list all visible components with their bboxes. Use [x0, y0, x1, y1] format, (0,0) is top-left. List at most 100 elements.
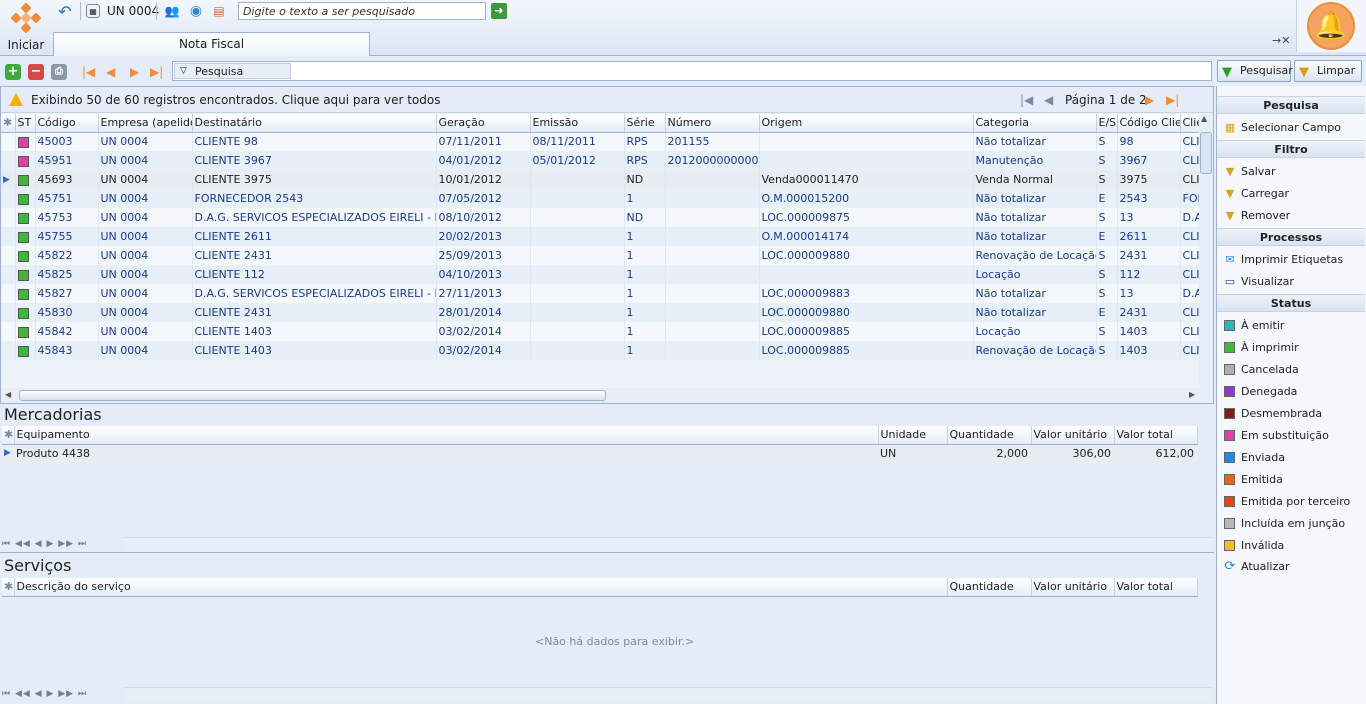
table-row[interactable]: 45827 UN 0004 D.A.G. SERVICOS ESPECIALIZAD… [1, 284, 1200, 303]
table-row[interactable]: 45951 UN 0004 CLIENTE 3967 04/01/2012 05/01/… [1, 151, 1200, 170]
filter-bar[interactable]: Pesquisa [172, 61, 1212, 81]
window-icon[interactable]: ▤ [210, 2, 228, 20]
status-filter-item[interactable]: À emitir [1221, 317, 1284, 335]
column-header[interactable]: Categoria [973, 114, 1097, 133]
cell-codigo: 45827 [35, 284, 99, 303]
column-header[interactable]: Número [665, 114, 760, 133]
column-header[interactable]: Código Clien [1117, 114, 1181, 133]
pager-prev-icon[interactable]: ◀ [1044, 93, 1053, 107]
status-filter-item[interactable]: Emitida [1221, 471, 1283, 489]
servicos-nav[interactable]: ⏮ ◀◀ ◀ ▶ ▶▶ ⏭ [2, 689, 87, 699]
column-chooser-icon[interactable]: ✱ [1, 114, 16, 133]
save-filter-button[interactable]: ▼ Salvar [1221, 163, 1276, 181]
cell-geracao: 20/02/2013 [436, 227, 531, 246]
filter-chip-pesquisa[interactable]: Pesquisa [174, 63, 291, 79]
column-header[interactable]: Unidade [878, 426, 948, 445]
table-row[interactable]: 45843 UN 0004 CLIENTE 1403 03/02/2014 1 LOC.0… [1, 341, 1200, 360]
go-arrow-icon[interactable]: ➜ [491, 3, 507, 19]
view-button[interactable]: ▭ Visualizar [1221, 273, 1294, 291]
column-header[interactable]: Geração [436, 114, 531, 133]
table-row[interactable]: 45842 UN 0004 CLIENTE 1403 03/02/2014 1 LOC.0… [1, 322, 1200, 341]
column-chooser-icon[interactable]: ✱ [2, 578, 15, 597]
remove-filter-button[interactable]: ▼ Remover [1221, 207, 1290, 225]
add-icon[interactable]: + [5, 64, 21, 80]
table-row[interactable]: 45003 UN 0004 CLIENTE 98 07/11/2011 08/11/20… [1, 132, 1200, 151]
status-filter-item[interactable]: Emitida por terceiro [1221, 493, 1350, 511]
pager-first-icon[interactable]: |◀ [1020, 93, 1033, 107]
first-record-icon[interactable]: |◀ [82, 65, 95, 79]
status-filter-item[interactable]: Cancelada [1221, 361, 1299, 379]
unit-label[interactable]: UN 0004 [107, 4, 159, 18]
column-header[interactable]: Valor total [1114, 578, 1198, 597]
select-field-button[interactable]: ▦ Selecionar Campo [1221, 119, 1341, 137]
column-header[interactable]: Origem [759, 114, 974, 133]
clear-button[interactable]: ▼ Limpar [1294, 60, 1362, 82]
column-header[interactable]: ST [15, 114, 36, 133]
bell-icon[interactable]: 🔔 [1307, 2, 1355, 50]
tab-nota-fiscal[interactable]: Nota Fiscal [53, 32, 370, 56]
pager-next-icon[interactable]: ▶ [1145, 93, 1154, 107]
table-row[interactable]: 45822 UN 0004 CLIENTE 2431 25/09/2013 1 LOC.0… [1, 246, 1200, 265]
mercadorias-hscroll[interactable] [124, 537, 1212, 551]
print-icon[interactable]: ⎙ [51, 64, 67, 80]
row-indicator [1, 341, 16, 360]
undo-icon[interactable]: ↶ [56, 2, 74, 21]
search-button[interactable]: ▼ Pesquisar [1217, 60, 1293, 82]
next-record-icon[interactable]: ▶ [130, 65, 139, 79]
table-row[interactable]: 45830 UN 0004 CLIENTE 2431 28/01/2014 1 LOC.0… [1, 303, 1200, 322]
column-header[interactable]: Valor total [1114, 426, 1198, 445]
column-header[interactable]: Clie [1180, 114, 1200, 133]
status-filter-item[interactable]: Inválida [1221, 537, 1284, 555]
refresh-button[interactable]: ⟳ Atualizar [1221, 558, 1290, 576]
status-filter-item[interactable]: Denegada [1221, 383, 1297, 401]
load-filter-button[interactable]: ▼ Carregar [1221, 185, 1289, 203]
column-header[interactable]: Quantidade [947, 578, 1032, 597]
column-header[interactable]: Quantidade [947, 426, 1032, 445]
pager-last-icon[interactable]: ▶| [1166, 93, 1179, 107]
scroll-up-icon[interactable]: ▲ [1201, 114, 1207, 123]
chat-icon[interactable]: ◉ [187, 2, 205, 20]
servicos-hscroll[interactable] [124, 687, 1212, 701]
notifications-panel: 🔔 [1296, 0, 1366, 52]
status-filter-item[interactable]: Enviada [1221, 449, 1285, 467]
global-search-input[interactable]: Digite o texto a ser pesquisado [238, 2, 486, 20]
column-header[interactable]: Destinatário [192, 114, 437, 133]
column-header[interactable]: Valor unitário [1031, 426, 1115, 445]
users-icon[interactable]: 👥 [163, 2, 181, 20]
status-filter-item[interactable]: Incluída em junção [1221, 515, 1345, 533]
column-header[interactable]: Empresa (apelido) [98, 114, 193, 133]
remove-icon[interactable]: − [28, 64, 44, 80]
column-header[interactable]: Descrição do serviço [14, 578, 948, 597]
status-filter-item[interactable]: À imprimir [1221, 339, 1299, 357]
table-row[interactable]: 45753 UN 0004 D.A.G. SERVICOS ESPECIALIZAD… [1, 208, 1200, 227]
column-header[interactable]: Série [624, 114, 666, 133]
calendar-icon[interactable]: ▦ [86, 4, 100, 18]
column-header[interactable]: E/S [1096, 114, 1118, 133]
horizontal-scrollbar[interactable]: ◀ ▶ [1, 388, 1213, 403]
scroll-right-icon[interactable]: ▶ [1189, 390, 1195, 399]
last-record-icon[interactable]: ▶| [150, 65, 163, 79]
mercadorias-nav[interactable]: ⏮ ◀◀ ◀ ▶ ▶▶ ⏭ [2, 539, 87, 549]
records-info[interactable]: Exibindo 50 de 60 registros encontrados.… [31, 93, 441, 107]
column-header[interactable]: Equipamento [14, 426, 879, 445]
vertical-scroll-thumb[interactable] [1200, 132, 1212, 174]
previous-record-icon[interactable]: ◀ [106, 65, 115, 79]
print-labels-button[interactable]: ✉ Imprimir Etiquetas [1221, 251, 1343, 269]
status-filter-item[interactable]: Em substituição [1221, 427, 1329, 445]
vertical-scrollbar[interactable]: ▲ [1199, 114, 1213, 388]
table-row[interactable]: ▶ 45693 UN 0004 CLIENTE 3975 10/01/2012 ND Ven… [1, 170, 1200, 189]
column-header[interactable]: Valor unitário [1031, 578, 1115, 597]
column-chooser-icon[interactable]: ✱ [2, 426, 15, 445]
horizontal-scroll-thumb[interactable] [19, 390, 606, 401]
start-button[interactable]: Iniciar [2, 2, 50, 54]
column-header[interactable]: Emissão [530, 114, 625, 133]
table-row[interactable]: 45755 UN 0004 CLIENTE 2611 20/02/2013 1 O.M.0… [1, 227, 1200, 246]
table-row[interactable]: 45751 UN 0004 FORNECEDOR 2543 07/05/2012 1 O.… [1, 189, 1200, 208]
status-filter-item[interactable]: Desmembrada [1221, 405, 1322, 423]
info-bar[interactable]: Exibindo 50 de 60 registros encontrados.… [1, 87, 1213, 113]
close-tabs-icon[interactable]: →✕ [1272, 34, 1290, 47]
table-row[interactable]: 45825 UN 0004 CLIENTE 112 04/10/2013 1 Locaçã… [1, 265, 1200, 284]
scroll-left-icon[interactable]: ◀ [5, 390, 11, 399]
table-row[interactable]: ▶ Produto 4438 UN 2,000 306,00 612,00 [2, 444, 1197, 462]
column-header[interactable]: Código [35, 114, 99, 133]
